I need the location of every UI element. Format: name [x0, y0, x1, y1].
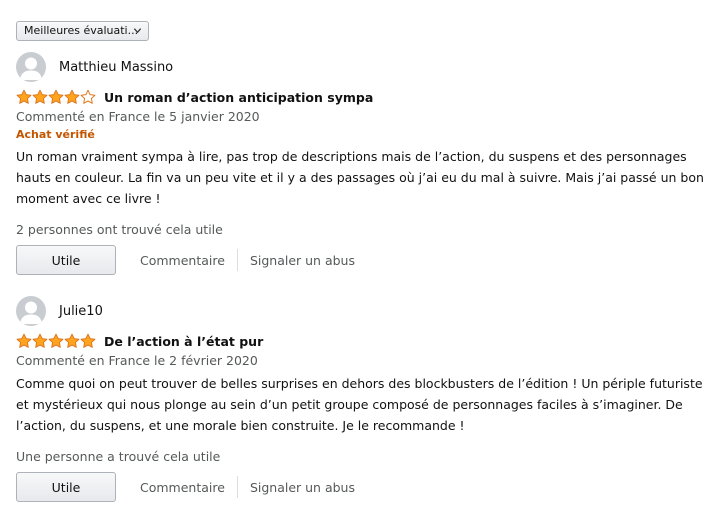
review-body: Un roman vraiment sympa à lire, pas trop… [16, 149, 704, 206]
star-empty-icon [80, 89, 96, 104]
useful-button[interactable]: Utile [16, 472, 116, 502]
review-title[interactable]: Un roman d’action anticipation sympa [104, 90, 373, 105]
useful-button[interactable]: Utile [16, 245, 116, 275]
divider [236, 249, 238, 271]
helpful-count: 2 personnes ont trouvé cela utile [16, 222, 223, 237]
star-filled-icon [64, 89, 80, 104]
review-card: Matthieu Massino Un roman d’action antic… [16, 52, 706, 275]
star-filled-icon [16, 89, 32, 104]
reviewer-name: Matthieu Massino [59, 59, 174, 75]
star-rating[interactable] [16, 89, 96, 105]
star-filled-icon [32, 89, 48, 104]
star-filled-icon [48, 89, 64, 104]
star-filled-icon [32, 333, 48, 348]
report-abuse-link[interactable]: Signaler un abus [250, 480, 355, 495]
sort-dropdown-label: Meilleures évaluati... [24, 24, 139, 37]
review-card: Julie10 De l’action à l’état pur Comment… [16, 296, 706, 502]
user-silhouette-icon [20, 301, 42, 324]
reviewer-name: Julie10 [59, 303, 103, 319]
review-date: Commenté en France le 5 janvier 2020 [16, 109, 260, 124]
review-body: Comme quoi on peut trouver de belles sur… [16, 376, 703, 433]
report-abuse-link[interactable]: Signaler un abus [250, 253, 355, 268]
star-rating[interactable] [16, 333, 96, 349]
star-filled-icon [48, 333, 64, 348]
review-title[interactable]: De l’action à l’état pur [104, 334, 263, 349]
star-filled-icon [16, 333, 32, 348]
avatar [16, 296, 46, 326]
reviewer-profile[interactable]: Julie10 [16, 296, 706, 326]
reviewer-profile[interactable]: Matthieu Massino [16, 52, 706, 82]
comment-link[interactable]: Commentaire [140, 253, 225, 268]
chevron-down-icon [133, 28, 142, 34]
star-filled-icon [80, 333, 96, 348]
helpful-count: Une personne a trouvé cela utile [16, 449, 221, 464]
sort-dropdown[interactable]: Meilleures évaluati... [16, 21, 149, 41]
review-date: Commenté en France le 2 février 2020 [16, 353, 258, 368]
user-silhouette-icon [20, 57, 42, 80]
avatar [16, 52, 46, 82]
divider [236, 476, 238, 498]
star-filled-icon [64, 333, 80, 348]
comment-link[interactable]: Commentaire [140, 480, 225, 495]
verified-purchase-badge: Achat vérifié [16, 128, 95, 141]
